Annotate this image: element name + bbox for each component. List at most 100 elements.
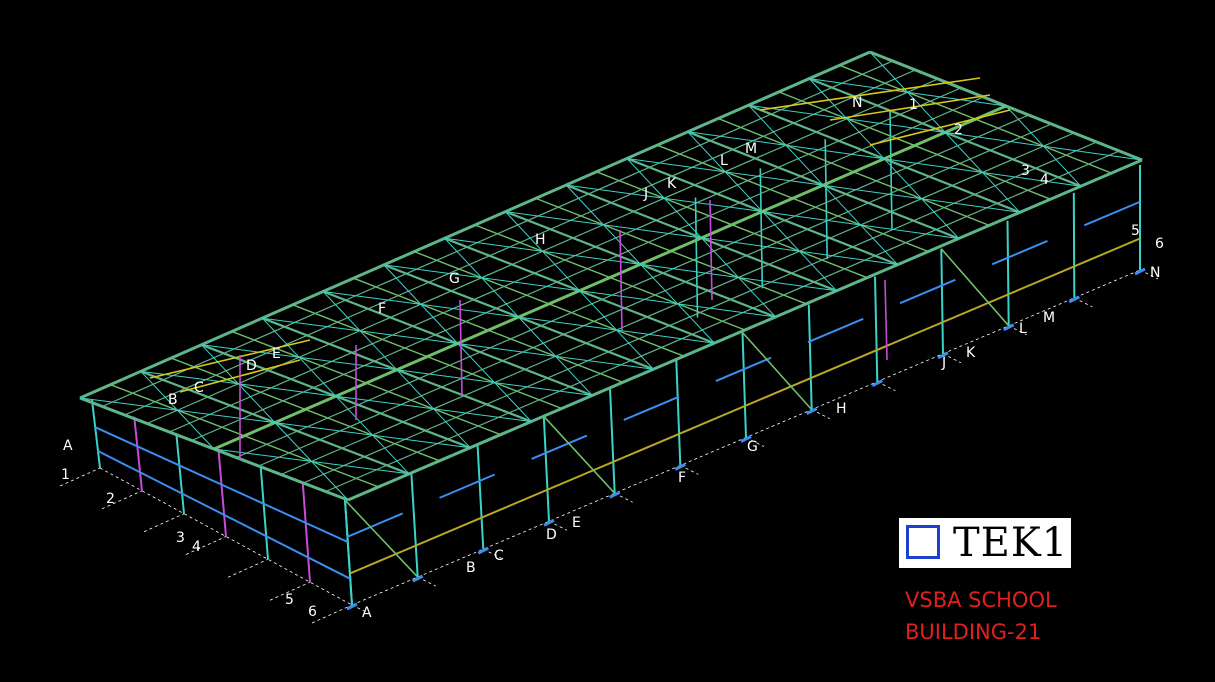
column	[1006, 220, 1010, 326]
gable-column	[91, 399, 101, 469]
square-outline-icon	[906, 525, 940, 559]
grid-label-top-C: C	[194, 380, 204, 396]
grid-label-left-2: 2	[106, 491, 115, 507]
project-title-line-2: BUILDING-21	[905, 620, 1042, 644]
front-brace	[940, 248, 1010, 327]
grid-label-top-B: B	[168, 392, 178, 408]
column	[609, 388, 616, 494]
roof-x-brace	[505, 211, 580, 292]
column	[1072, 192, 1076, 298]
grid-label-top-F: F	[378, 301, 386, 317]
roof-x-brace	[335, 395, 410, 475]
roof-x-brace	[565, 184, 641, 265]
roof-x-brace	[457, 343, 532, 422]
front-brace	[543, 415, 616, 494]
roof-x-brace	[640, 263, 715, 344]
column	[807, 304, 813, 410]
front-girt	[347, 200, 1141, 538]
grid-label-top-M: M	[745, 141, 757, 157]
column	[675, 360, 682, 466]
grid-label-front-D: D	[546, 527, 557, 543]
grid-label-front-A: A	[362, 605, 372, 621]
column	[542, 416, 550, 522]
column	[741, 332, 747, 438]
gable-column	[301, 483, 311, 583]
back-column	[694, 197, 699, 318]
grid-label-top-N: N	[852, 95, 862, 111]
gable-column	[217, 449, 227, 537]
grid-line-number	[311, 604, 353, 624]
roof-x-brace	[396, 369, 471, 449]
grid-label-top-1: 1	[909, 97, 918, 113]
grid-label-top-L: L	[720, 153, 728, 169]
roof-x-brace	[274, 422, 349, 501]
grid-label-right-6: 6	[1155, 236, 1164, 252]
grid-label-right-5: 5	[1131, 223, 1140, 239]
roof-x-brace	[579, 290, 654, 370]
grid-label-right-3: 3	[1021, 163, 1030, 179]
roof-x-brace	[383, 264, 459, 344]
roof-purlin	[303, 141, 1097, 484]
grid-label-front-M: M	[1043, 310, 1055, 326]
interior-column	[459, 299, 463, 396]
column	[874, 276, 879, 382]
roof-purlin	[124, 69, 916, 416]
roof-purlin	[258, 123, 1052, 467]
grid-label-left-1: 1	[61, 467, 70, 483]
grid-label-right-4: 4	[1040, 172, 1049, 188]
grid-label-front-K: K	[966, 345, 976, 361]
grid-label-front-F: F	[678, 470, 686, 486]
grid-label-top-H: H	[535, 232, 546, 248]
roof-x-brace	[761, 211, 837, 292]
grid-label-top-2: 2	[954, 122, 963, 138]
grid-label-front-H: H	[836, 401, 847, 417]
grid-label-front-J: J	[941, 355, 946, 371]
interior-column	[619, 229, 623, 331]
grid-line-number	[143, 513, 185, 533]
interior-column	[884, 279, 888, 361]
roof-purlin	[169, 87, 961, 433]
tek1-logo: TEK1	[899, 518, 1071, 568]
grid-label-top-K: K	[667, 176, 677, 192]
column	[410, 472, 419, 578]
roof-x-brace	[518, 316, 593, 396]
logo-text: TEK1	[953, 520, 1069, 566]
grid-label-front-L: L	[1019, 321, 1027, 337]
structural-model-viewport[interactable]: A B C D E F G H J K L M N A 1 2 3 4 5 6 …	[0, 0, 1215, 682]
roof-purlin	[325, 150, 1120, 493]
gable-column	[344, 499, 353, 606]
grid-label-top-J: J	[643, 186, 648, 202]
front-brace	[344, 499, 419, 578]
roof-purlin	[191, 96, 984, 442]
project-title-line-1: VSBA SCHOOL	[905, 588, 1057, 612]
column	[940, 248, 944, 354]
roof-x-brace	[626, 158, 702, 239]
roof-x-brace	[822, 184, 899, 265]
roof-purlin	[102, 60, 893, 408]
roof-purlin	[236, 114, 1029, 459]
grid-label-left-A: A	[63, 438, 73, 454]
grid-label-front-C: C	[494, 548, 504, 564]
grid-label-top-D: D	[246, 358, 257, 374]
roof-x-brace	[808, 78, 885, 160]
gable-column	[133, 416, 143, 491]
gable-column	[259, 466, 269, 560]
grid-label-left-6: 6	[308, 604, 317, 620]
grid-label-top-G: G	[449, 271, 460, 287]
grid-line-number	[227, 558, 269, 578]
grid-label-left-5: 5	[285, 592, 294, 608]
grid-label-front-N: N	[1150, 265, 1160, 281]
roof-x-brace	[701, 237, 776, 318]
grid-label-left-3: 3	[176, 530, 185, 546]
gable-column	[175, 433, 185, 514]
grid-label-front-G: G	[747, 439, 758, 455]
grid-label-front-B: B	[466, 560, 476, 576]
roof-x-brace	[883, 158, 960, 239]
roof-x-brace	[944, 132, 1021, 213]
column	[476, 444, 485, 550]
grid-label-front-E: E	[572, 515, 581, 531]
side-girt	[97, 450, 351, 580]
grid-label-top-E: E	[272, 346, 281, 362]
grid-label-left-4: 4	[192, 539, 201, 555]
back-column	[824, 139, 828, 260]
